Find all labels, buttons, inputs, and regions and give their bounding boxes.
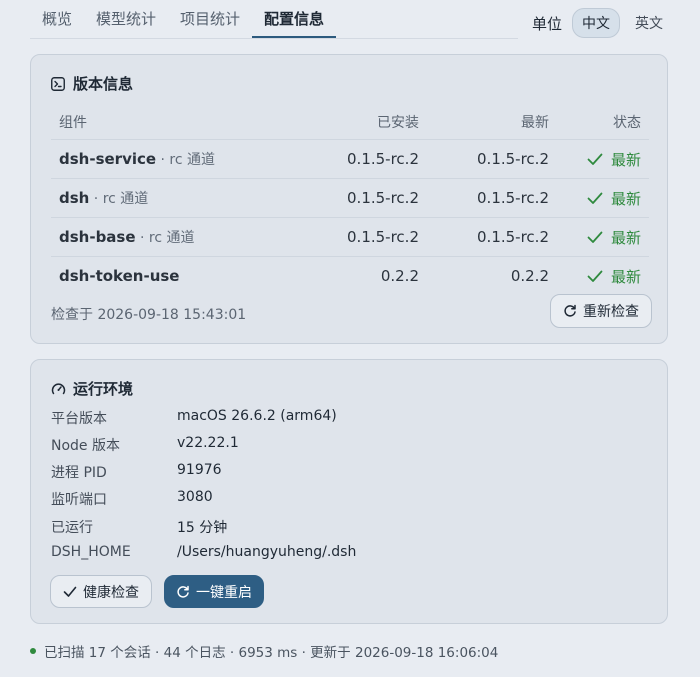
status-text: 最新	[610, 267, 641, 286]
unit-option-chinese[interactable]: 中文	[572, 8, 620, 38]
table-row: dsh-token-use 0.2.2 0.2.2 最新	[51, 257, 649, 296]
env-row-node: Node 版本 v22.22.1	[51, 435, 239, 455]
env-value: 91976	[177, 462, 222, 478]
status-text: 最新	[610, 228, 641, 247]
version-info-card: 版本信息 组件 已安装 最新 状态 dsh-service · rc 通道 0.…	[30, 54, 668, 344]
status-cell: 最新	[550, 139, 649, 179]
scan-summary: 已扫描 17 个会话 · 44 个日志 · 6953 ms · 更新于 2026…	[44, 645, 499, 661]
health-check-button[interactable]: 健康检查	[50, 575, 152, 608]
header-latest: 最新	[420, 105, 550, 140]
env-row-port: 监听端口 3080	[51, 489, 213, 509]
component-cell: dsh-service · rc 通道	[51, 139, 290, 179]
status-cell: 最新	[550, 217, 649, 257]
version-info-title: 版本信息	[73, 75, 134, 93]
installed-version: 0.1.5-rc.2	[290, 178, 420, 218]
env-value: macOS 26.6.2 (arm64)	[177, 408, 337, 424]
env-value: /Users/huangyuheng/.dsh	[177, 544, 357, 560]
table-row: dsh-service · rc 通道 0.1.5-rc.2 0.1.5-rc.…	[51, 139, 649, 179]
unit-switcher: 单位 中文 英文	[532, 8, 672, 38]
installed-version: 0.1.5-rc.2	[290, 217, 420, 257]
tab-model-stats[interactable]: 模型统计	[84, 0, 168, 38]
runtime-env-title: 运行环境	[73, 380, 134, 398]
env-key: 平台版本	[51, 411, 107, 427]
env-row-pid: 进程 PID 91976	[51, 462, 222, 482]
gauge-icon	[51, 382, 66, 396]
env-key: 进程 PID	[51, 465, 107, 481]
latest-version: 0.1.5-rc.2	[420, 139, 550, 179]
installed-version: 0.2.2	[380, 267, 419, 285]
terminal-icon	[51, 76, 65, 91]
installed-version: 0.1.5-rc.2	[290, 139, 420, 179]
component-name: dsh	[59, 189, 90, 207]
status-dot-icon	[30, 648, 36, 654]
latest-version: 0.1.5-rc.2	[420, 178, 550, 218]
component-channel: · rc 通道	[156, 152, 216, 168]
unit-option-english[interactable]: 英文	[626, 9, 672, 37]
tab-config-info[interactable]: 配置信息	[252, 0, 337, 38]
component-cell: dsh-token-use	[51, 257, 290, 296]
status-cell: 最新	[550, 257, 649, 296]
component-name: dsh-token-use	[59, 267, 180, 285]
component-name: dsh-base	[59, 228, 136, 246]
version-table: 组件 已安装 最新 状态 dsh-service · rc 通道 0.1.5-r…	[51, 105, 649, 295]
env-value: 3080	[177, 489, 213, 505]
header-installed: 已安装	[290, 105, 420, 140]
check-icon	[587, 231, 603, 243]
last-checked-text: 检查于 2026-09-18 15:43:01	[51, 307, 247, 323]
env-key: 监听端口	[51, 492, 107, 508]
status-cell: 最新	[550, 178, 649, 218]
restart-label: 一键重启	[196, 584, 252, 601]
env-row-platform: 平台版本 macOS 26.6.2 (arm64)	[51, 408, 337, 428]
table-header-row: 组件 已安装 最新 状态	[51, 105, 649, 140]
status-text: 最新	[610, 150, 641, 169]
check-icon	[587, 192, 603, 204]
env-value: v22.22.1	[177, 435, 239, 451]
env-key: Node 版本	[51, 438, 120, 454]
top-bar: 概览 模型统计 项目统计 配置信息 单位 中文 英文	[0, 0, 700, 40]
refresh-icon	[177, 585, 189, 598]
recheck-label: 重新检查	[583, 304, 639, 320]
component-cell: dsh-base · rc 通道	[51, 217, 290, 257]
header-status: 状态	[550, 105, 649, 140]
status-badge: 最新	[587, 188, 641, 209]
runtime-env-card: 运行环境 平台版本 macOS 26.6.2 (arm64) Node 版本 v…	[30, 359, 668, 624]
env-key: DSH_HOME	[51, 544, 131, 560]
component-cell: dsh · rc 通道	[51, 178, 290, 218]
table-row: dsh · rc 通道 0.1.5-rc.2 0.1.5-rc.2 最新	[51, 178, 649, 218]
component-channel: · rc 通道	[89, 191, 149, 207]
tab-overview[interactable]: 概览	[30, 0, 84, 38]
component-channel: · rc 通道	[135, 230, 195, 246]
status-badge: 最新	[587, 227, 641, 248]
env-row-dsh-home: DSH_HOME /Users/huangyuheng/.dsh	[51, 544, 356, 560]
recheck-button[interactable]: 重新检查	[550, 294, 652, 328]
check-icon	[63, 586, 77, 597]
check-icon	[587, 153, 603, 165]
runtime-env-header: 运行环境	[51, 378, 133, 399]
env-row-uptime: 已运行 15 分钟	[51, 517, 227, 537]
header-component: 组件	[51, 105, 290, 140]
unit-label: 单位	[531, 14, 562, 33]
status-footer: 已扫描 17 个会话 · 44 个日志 · 6953 ms · 更新于 2026…	[30, 641, 498, 661]
env-value: 15 分钟	[177, 520, 228, 536]
check-icon	[587, 270, 603, 282]
table-row: dsh-base · rc 通道 0.1.5-rc.2 0.1.5-rc.2 最…	[51, 217, 649, 257]
health-check-label: 健康检查	[83, 584, 139, 601]
status-text: 最新	[610, 189, 641, 208]
status-badge: 最新	[587, 266, 641, 287]
main-tabs: 概览 模型统计 项目统计 配置信息	[30, 0, 518, 39]
component-name: dsh-service	[59, 150, 157, 168]
latest-version: 0.1.5-rc.2	[420, 217, 550, 257]
refresh-icon	[564, 304, 576, 317]
version-info-header: 版本信息	[51, 73, 133, 94]
latest-version: 0.2.2	[510, 267, 549, 285]
status-badge: 最新	[587, 149, 641, 170]
restart-button[interactable]: 一键重启	[164, 575, 264, 608]
tab-project-stats[interactable]: 项目统计	[168, 0, 252, 38]
env-key: 已运行	[51, 520, 93, 536]
